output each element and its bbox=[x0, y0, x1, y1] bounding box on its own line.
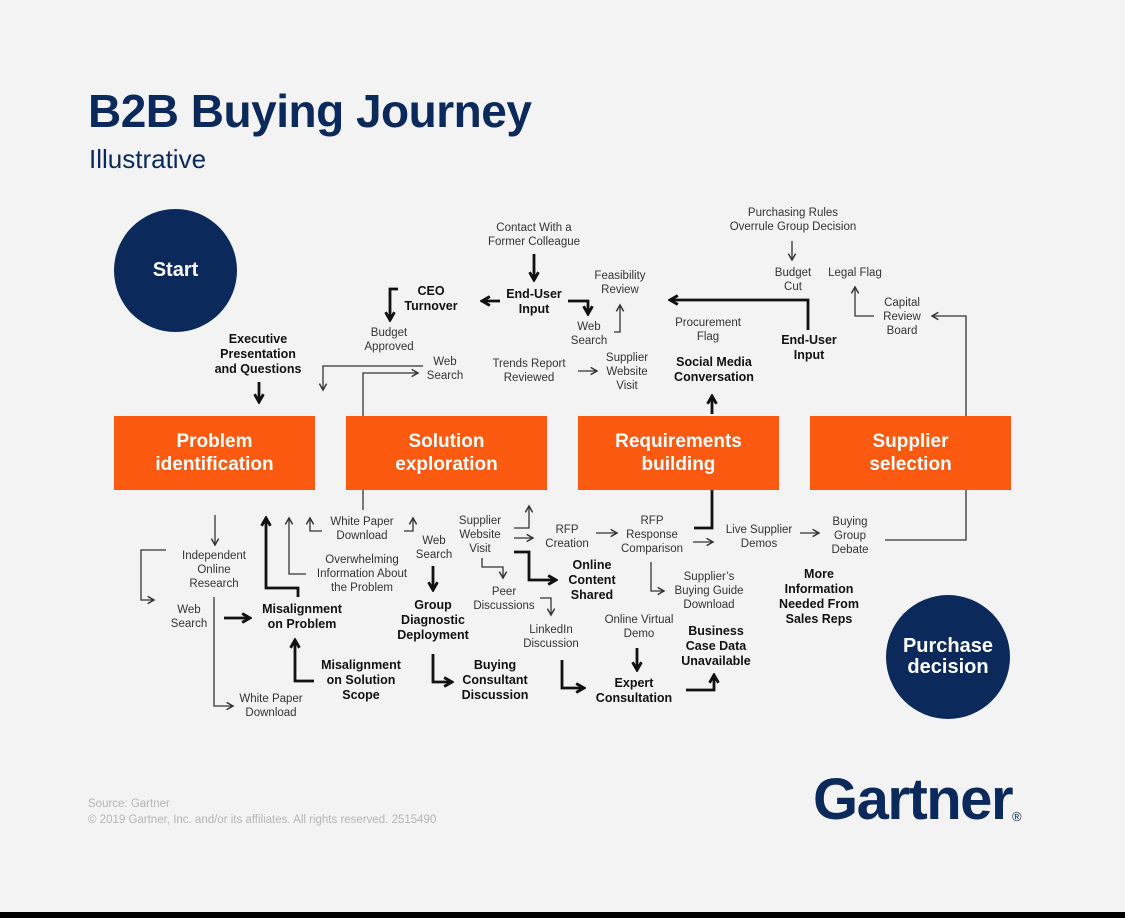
label-web-search-mid: Web Search bbox=[426, 356, 464, 382]
label-legal-flag: Legal Flag bbox=[828, 267, 882, 279]
arrow-whitepaper-to-solution bbox=[404, 516, 418, 532]
start-circle: Start bbox=[114, 209, 237, 332]
label-ceo-turnover: CEO Turnover bbox=[404, 284, 458, 313]
arrow-scope-to-misalignment bbox=[295, 640, 314, 683]
stage-solution-exploration: Solution exploration bbox=[346, 416, 547, 490]
label-buying-guide: Supplier’s Buying Guide Download bbox=[674, 571, 744, 611]
arrow-linkedin-to-expert bbox=[560, 660, 584, 688]
copyright-note: © 2019 Gartner, Inc. and/or its affiliat… bbox=[88, 814, 437, 826]
label-end-user-input-1: End-User Input bbox=[506, 287, 562, 316]
arrow-research-to-whitepaper bbox=[213, 597, 235, 711]
arrow-solution-to-websearch bbox=[362, 368, 420, 416]
arrow-comparison-to-guide bbox=[650, 562, 666, 596]
arrow-capital-to-legal bbox=[850, 285, 874, 317]
label-contact-colleague: Contact With a Former Colleague bbox=[487, 222, 581, 248]
label-web-search-top: Web Search bbox=[570, 321, 608, 347]
bottom-bar bbox=[0, 912, 1125, 918]
arrow-expert-to-businesscase bbox=[686, 675, 714, 692]
label-purchasing-rules: Purchasing Rules Overrule Group Decision bbox=[729, 207, 857, 233]
label-feasibility-review: Feasibility Review bbox=[594, 270, 646, 296]
label-misalignment-problem: Misalignment on Problem bbox=[262, 602, 342, 631]
label-supplier-visit-top: Supplier Website Visit bbox=[605, 352, 649, 392]
line-debate-to-supplier bbox=[885, 490, 967, 541]
arrow-websearch-to-problem bbox=[318, 365, 423, 392]
arrow-diagnostic-to-consultant bbox=[431, 654, 452, 682]
label-rfp-creation: RFP Creation bbox=[545, 524, 589, 550]
label-capital-review: Capital Review Board bbox=[883, 297, 921, 337]
label-budget-approved: Budget Approved bbox=[364, 327, 414, 353]
arrow-visit-to-solution bbox=[514, 504, 534, 529]
arrow-peer-to-linkedin bbox=[540, 597, 556, 617]
arrow-enduser-to-websearch bbox=[568, 299, 588, 314]
page-title: B2B Buying Journey bbox=[88, 85, 532, 137]
label-procurement-flag: Procurement Flag bbox=[675, 317, 741, 343]
stage-requirements-building: Requirements building bbox=[578, 416, 779, 490]
arrow-whitepaper-to-problem bbox=[305, 516, 322, 532]
label-supplier-visit-low: Supplier Website Visit bbox=[458, 515, 502, 555]
label-web-search-b2: Web Search bbox=[415, 535, 453, 561]
stage-supplier-selection: Supplier selection bbox=[810, 416, 1011, 490]
label-white-paper-mid: White Paper Download bbox=[330, 516, 394, 542]
arrow-visit-to-peer bbox=[481, 558, 508, 580]
label-trends-report: Trends Report Reviewed bbox=[492, 358, 566, 384]
label-linkedin: LinkedIn Discussion bbox=[523, 624, 579, 650]
label-overwhelming-info: Overwhelming Information About the Probl… bbox=[316, 554, 408, 594]
arrow-overwhelming-to-problem bbox=[284, 516, 306, 575]
label-end-user-input-2: End-User Input bbox=[781, 333, 837, 362]
label-web-search-low: Web Search bbox=[170, 604, 208, 630]
label-independent-research: Independent Online Research bbox=[182, 550, 246, 590]
label-expert-consultation: Expert Consultation bbox=[595, 676, 673, 705]
label-live-demos: Live Supplier Demos bbox=[725, 524, 793, 550]
logo-text: Gartner bbox=[813, 767, 1014, 832]
gartner-logo: Gartner® bbox=[813, 766, 1022, 833]
label-misalignment-scope: Misalignment on Solution Scope bbox=[321, 658, 401, 702]
label-group-debate: Buying Group Debate bbox=[831, 516, 869, 556]
stage-problem-identification: Problem identification bbox=[114, 416, 315, 490]
registered-mark: ® bbox=[1012, 809, 1022, 824]
arrow-visit-to-content bbox=[514, 550, 556, 580]
label-buying-consultant: Buying Consultant Discussion bbox=[461, 658, 529, 702]
label-executive-presentation: Executive Presentation and Questions bbox=[214, 332, 302, 376]
label-rfp-comparison: RFP Response Comparison bbox=[621, 515, 683, 555]
arrow-research-loop-websearch bbox=[140, 549, 166, 605]
label-social-media: Social Media Conversation bbox=[674, 355, 754, 384]
source-note: Source: Gartner bbox=[88, 798, 170, 810]
label-more-info: More Information Needed From Sales Reps bbox=[779, 567, 859, 626]
line-requirements-to-comparison bbox=[694, 490, 714, 530]
label-white-paper-low: White Paper Download bbox=[239, 693, 303, 719]
label-group-diagnostic: Group Diagnostic Deployment bbox=[397, 598, 469, 642]
label-budget-cut: Budget Cut bbox=[774, 267, 812, 293]
label-virtual-demo: Online Virtual Demo bbox=[604, 614, 674, 640]
page-subtitle: Illustrative bbox=[89, 144, 207, 174]
label-peer-discussions: Peer Discussions bbox=[473, 586, 535, 612]
arrow-supplier-to-capital bbox=[930, 311, 967, 416]
arrow-websearch-to-feasibility bbox=[614, 303, 625, 333]
label-online-content: Online Content Shared bbox=[568, 558, 616, 602]
purchase-decision-circle: Purchase decision bbox=[886, 595, 1010, 719]
arrow-misalignment-to-problem bbox=[266, 518, 300, 597]
arrow-ceo-to-budget bbox=[390, 287, 398, 320]
label-business-case: Business Case Data Unavailable bbox=[681, 624, 751, 668]
